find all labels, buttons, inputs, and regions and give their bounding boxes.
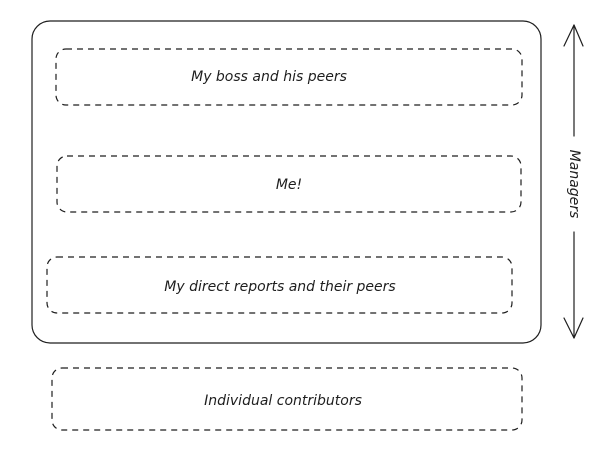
ic-layer-label: Individual contributors — [204, 393, 362, 409]
org-layers-diagram: My boss and his peers Me! My direct repo… — [31, 20, 584, 431]
managers-axis-label: Managers — [566, 150, 582, 219]
reports-layer-label: My direct reports and their peers — [164, 279, 395, 295]
me-layer-label: Me! — [276, 177, 302, 193]
boss-layer-label: My boss and his peers — [191, 69, 347, 85]
